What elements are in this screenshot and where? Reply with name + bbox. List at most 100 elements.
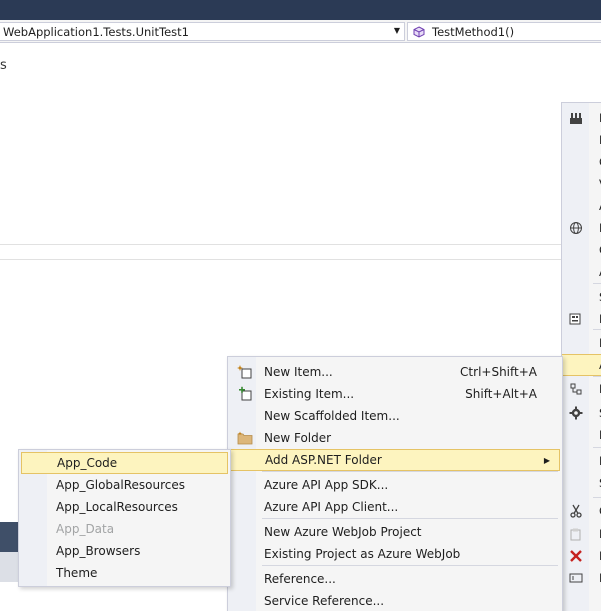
navigation-bar: WebApplication1.Tests.UnitTest1 ▼ TestMe… [0,20,601,43]
menu-item-label: New Item... [264,365,333,379]
submenu-item-app-localresources[interactable]: App_LocalResources [21,496,228,518]
project-menu-item-label: R [589,549,601,563]
project-menu-item[interactable]: A [562,261,601,283]
menu-item-label: Service Reference... [264,594,385,608]
project-menu-item-label: F [589,133,601,147]
project-menu-item-label: S [589,290,601,304]
project-menu-item[interactable]: R [562,567,601,589]
cut-icon [562,504,589,518]
project-menu-item[interactable]: N [562,378,601,400]
menu-separator [593,497,601,498]
menu-item-new-item[interactable]: New Item... Ctrl+Shift+A [230,361,560,383]
project-menu-item-label: E [589,336,601,350]
side-panel-fragment [0,552,20,582]
menu-separator [593,283,601,284]
project-menu-item[interactable]: E [562,107,601,129]
class-icon [562,382,589,396]
project-menu-item-label: A [589,358,601,372]
project-menu-item[interactable]: R [562,545,601,567]
class-dropdown-value: WebApplication1.Tests.UnitTest1 [3,24,189,39]
project-menu-item-label: S [589,406,601,420]
project-menu-item[interactable]: N [562,308,601,330]
build-icon [562,111,589,125]
submenu-item-label: App_GlobalResources [56,478,186,492]
new-item-icon [230,364,260,380]
menu-item-service-reference[interactable]: Service Reference... [230,590,560,611]
submenu-item-label: App_LocalResources [56,500,178,514]
menu-item-new-scaffolded-item[interactable]: New Scaffolded Item... [230,405,560,427]
submenu-item-label: App_Browsers [56,544,141,558]
submenu-item-app-code[interactable]: App_Code [21,452,228,474]
menu-item-label: Azure API App SDK... [264,478,389,492]
project-menu-item[interactable]: V [562,173,601,195]
rename-icon [562,571,589,585]
method-dropdown[interactable]: TestMethod1() [407,22,601,41]
menu-item-shortcut: Shift+Alt+A [465,387,537,401]
project-menu-item[interactable]: D [562,424,601,446]
project-menu-item[interactable]: A [562,195,601,217]
submenu-item-label: App_Code [57,456,118,470]
menu-item-azure-api-app-client[interactable]: Azure API App Client... [230,496,560,518]
method-dropdown-value: TestMethod1() [432,24,515,39]
project-menu-item[interactable]: E [562,332,601,354]
menu-item-add-asp-net-folder[interactable]: Add ASP.NET Folder ▶ [230,449,560,471]
side-panel-fragment [0,522,20,552]
project-menu-item-label: D [589,428,601,442]
project-menu-item[interactable]: I [562,450,601,472]
menu-item-existing-item[interactable]: Existing Item... Shift+Alt+A [230,383,560,405]
menu-item-label: Existing Project as Azure WebJob [264,547,461,561]
project-menu-item-label: V [589,177,601,191]
project-menu-item-label: C [589,504,601,518]
menu-item-azure-api-app-sdk[interactable]: Azure API App SDK... [230,474,560,496]
menu-separator [262,518,558,519]
project-menu-item-label: P [589,221,601,235]
paste-icon [562,527,589,541]
project-menu-item[interactable]: F [562,129,601,151]
menu-item-label: New Folder [264,431,332,445]
editor-text-fragment: s [0,58,7,73]
project-menu-item[interactable]: P [562,217,601,239]
menu-item-shortcut: Ctrl+Shift+A [460,365,537,379]
menu-item-label: Existing Item... [264,387,355,401]
submenu-item-app-browsers[interactable]: App_Browsers [21,540,228,562]
menu-item-reference[interactable]: Reference... [230,568,560,590]
project-menu-item-label: P [589,527,601,541]
submenu-item-app-globalresources[interactable]: App_GlobalResources [21,474,228,496]
title-bar [0,0,601,20]
project-menu-item[interactable]: C [562,239,601,261]
folder-icon [230,430,260,446]
project-menu-item[interactable]: S [562,286,601,308]
dropdown-arrow-icon[interactable]: ▼ [394,26,400,35]
project-menu-item[interactable]: S [562,402,601,424]
menu-item-label: Reference... [264,572,336,586]
project-menu-item-label: N [589,312,601,326]
submenu-item-label: Theme [56,566,98,580]
menu-item-label: New Scaffolded Item... [264,409,400,423]
menu-separator [262,471,558,472]
existing-item-icon [230,386,260,402]
add-submenu: New Item... Ctrl+Shift+A Existing Item... S… [227,356,563,611]
project-menu-item-label: C [589,155,601,169]
project-menu-item[interactable]: S [562,472,601,494]
project-menu-item[interactable]: P [562,523,601,545]
menu-item-new-azure-webjob-project[interactable]: New Azure WebJob Project [230,521,560,543]
project-menu-item-label: S [589,476,601,490]
menu-item-existing-project-as-azure-webjob[interactable]: Existing Project as Azure WebJob [230,543,560,565]
class-dropdown[interactable]: WebApplication1.Tests.UnitTest1 ▼ [0,22,405,41]
menu-item-new-folder[interactable]: New Folder [230,427,560,449]
ide-window: WebApplication1.Tests.UnitTest1 ▼ TestMe… [0,0,601,611]
gear-icon [562,406,589,420]
menu-item-label: Azure API App Client... [264,500,399,514]
submenu-item-label: App_Data [56,522,115,536]
project-menu-item[interactable]: A [562,354,601,376]
publish-globe-icon [562,221,589,235]
menu-item-label: Add ASP.NET Folder [265,453,382,467]
project-menu-item[interactable]: C [562,500,601,522]
project-menu-item-label: N [589,382,601,396]
project-menu-item-label: R [589,571,601,585]
menu-separator [593,376,601,377]
submenu-item-theme[interactable]: Theme [21,562,228,584]
menu-item-label: New Azure WebJob Project [264,525,422,539]
project-menu-item[interactable]: C [562,151,601,173]
menu-separator [593,329,601,330]
